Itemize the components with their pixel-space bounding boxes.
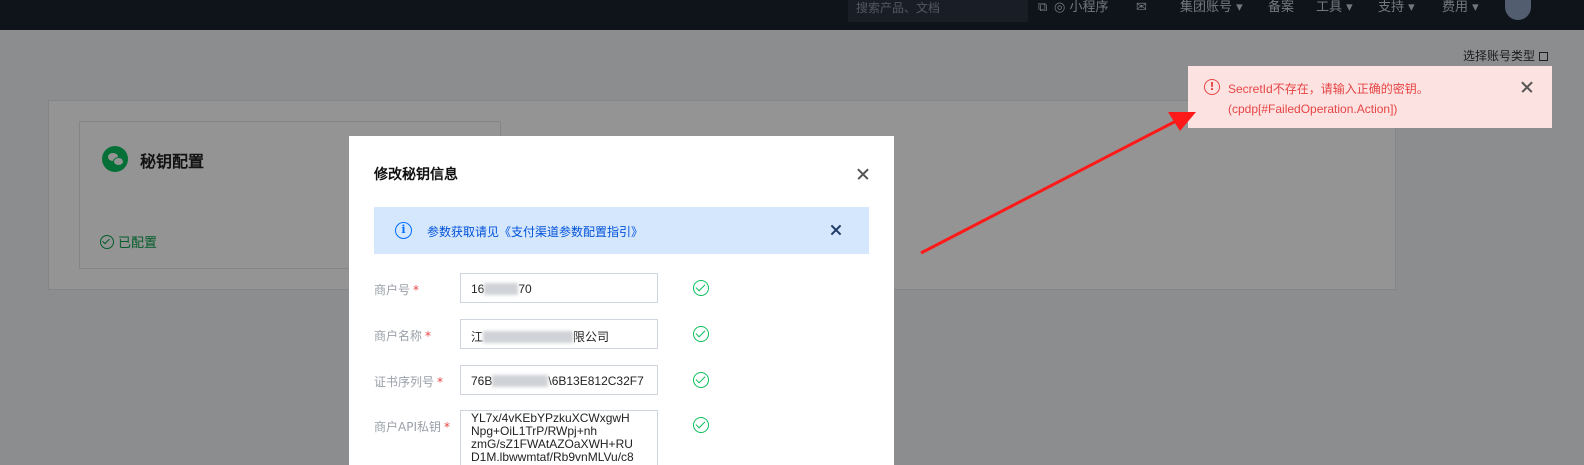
merchant-id-label: 商户号 *: [374, 283, 420, 297]
valid-check-icon: [693, 326, 709, 342]
merchant-id-label-text: 商户号: [374, 283, 411, 297]
edit-key-dialog: 修改秘钥信息 i 参数获取请见《支付渠道参数配置指引》 商户号 * 16 70 商户…: [349, 136, 894, 465]
merchant-name-input[interactable]: 江 限公司: [460, 319, 658, 349]
error-toast: ! SecretId不存在，请输入正确的密钥。 (cpdp[#FailedOpe…: [1188, 66, 1552, 128]
error-message: SecretId不存在，请输入正确的密钥。 (cpdp[#FailedOpera…: [1228, 79, 1429, 119]
cert-serial-row: 证书序列号 * 76B \6B13E812C32F7: [374, 365, 874, 395]
api-private-key-label-text: 商户API私钥: [374, 420, 441, 434]
merchant-name-label-text: 商户名称: [374, 329, 423, 343]
error-icon: !: [1204, 79, 1220, 95]
cert-serial-value-prefix: 76B: [471, 374, 493, 388]
api-private-key-label: 商户API私钥 *: [374, 420, 450, 434]
merchant-id-input[interactable]: 16 70: [460, 273, 658, 303]
error-message-line1: SecretId不存在，请输入正确的密钥。: [1228, 82, 1429, 96]
api-private-key-row: 商户API私钥 * YL7x/4vKEbYPzkuXCWxgwH Npg+OiL1…: [374, 410, 874, 465]
api-private-key-textarea[interactable]: YL7x/4vKEbYPzkuXCWxgwH Npg+OiL1TrP/RWpj+…: [460, 410, 658, 465]
cert-serial-label-text: 证书序列号: [374, 375, 435, 389]
dialog-close-icon[interactable]: [855, 166, 871, 182]
dialog-title: 修改秘钥信息: [374, 167, 458, 183]
error-message-line2: (cpdp[#FailedOperation.Action]): [1228, 102, 1398, 116]
valid-check-icon: [693, 280, 709, 296]
valid-check-icon: [693, 372, 709, 388]
merchant-name-row: 商户名称 * 江 限公司: [374, 319, 874, 349]
info-close-icon[interactable]: [829, 223, 843, 237]
merchant-name-value-prefix: 江: [471, 330, 484, 344]
valid-check-icon: [693, 417, 709, 433]
info-icon: i: [395, 222, 412, 239]
cert-serial-input[interactable]: 76B \6B13E812C32F7: [460, 365, 658, 395]
info-banner-text[interactable]: 参数获取请见《支付渠道参数配置指引》: [427, 223, 643, 240]
merchant-id-row: 商户号 * 16 70: [374, 273, 874, 303]
merchant-name-value-suffix: 限公司: [573, 330, 610, 344]
merchant-id-value-prefix: 16: [471, 282, 485, 296]
merchant-id-value-suffix: 70: [518, 282, 532, 296]
cert-serial-label: 证书序列号 *: [374, 375, 444, 389]
cert-serial-value-suffix: \6B13E812C32F7: [548, 374, 644, 388]
merchant-name-label: 商户名称 *: [374, 329, 432, 343]
info-banner: i 参数获取请见《支付渠道参数配置指引》: [374, 207, 869, 254]
toast-close-icon[interactable]: [1520, 80, 1534, 94]
